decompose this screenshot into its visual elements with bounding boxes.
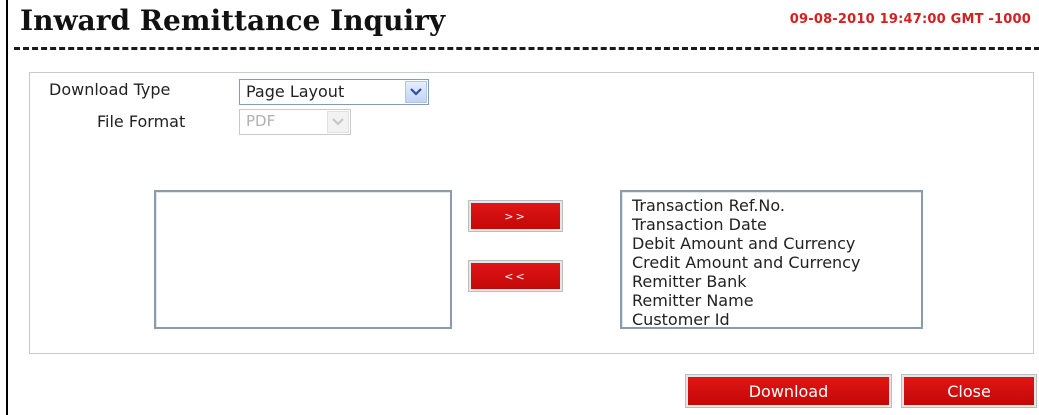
download-button[interactable]: Download	[685, 374, 892, 408]
remove-column-button[interactable]: <<	[468, 260, 563, 292]
page-title: Inward Remittance Inquiry	[20, 4, 446, 37]
close-button[interactable]: Close	[901, 374, 1037, 408]
header-divider	[14, 47, 1039, 50]
list-item[interactable]: Remitter Bank	[622, 272, 921, 291]
selected-columns-list[interactable]: Transaction Ref.No. Transaction Date Deb…	[620, 190, 923, 329]
chevron-down-icon[interactable]	[405, 81, 427, 103]
chevron-down-icon[interactable]	[327, 111, 349, 133]
file-format-value: PDF	[246, 112, 276, 130]
download-type-label: Download Type	[49, 80, 171, 99]
list-item[interactable]: Debit Amount and Currency	[622, 234, 921, 253]
list-item[interactable]: Credit Amount and Currency	[622, 253, 921, 272]
add-column-button[interactable]: >>	[468, 200, 563, 232]
download-options-panel: Download Type Page Layout File Format PD…	[29, 72, 1034, 354]
file-format-select[interactable]: PDF	[239, 109, 351, 135]
page-frame: Inward Remittance Inquiry 09-08-2010 19:…	[6, 0, 1039, 415]
list-item[interactable]: Customer Id	[622, 310, 921, 327]
file-format-label: File Format	[97, 112, 186, 131]
list-item[interactable]: Transaction Ref.No.	[622, 196, 921, 215]
list-item[interactable]: Transaction Date	[622, 215, 921, 234]
datetime-label: 09-08-2010 19:47:00 GMT -1000	[789, 12, 1031, 27]
download-type-value: Page Layout	[246, 82, 345, 101]
list-item[interactable]: Remitter Name	[622, 291, 921, 310]
download-type-select[interactable]: Page Layout	[239, 79, 429, 105]
available-columns-list[interactable]	[154, 190, 452, 329]
